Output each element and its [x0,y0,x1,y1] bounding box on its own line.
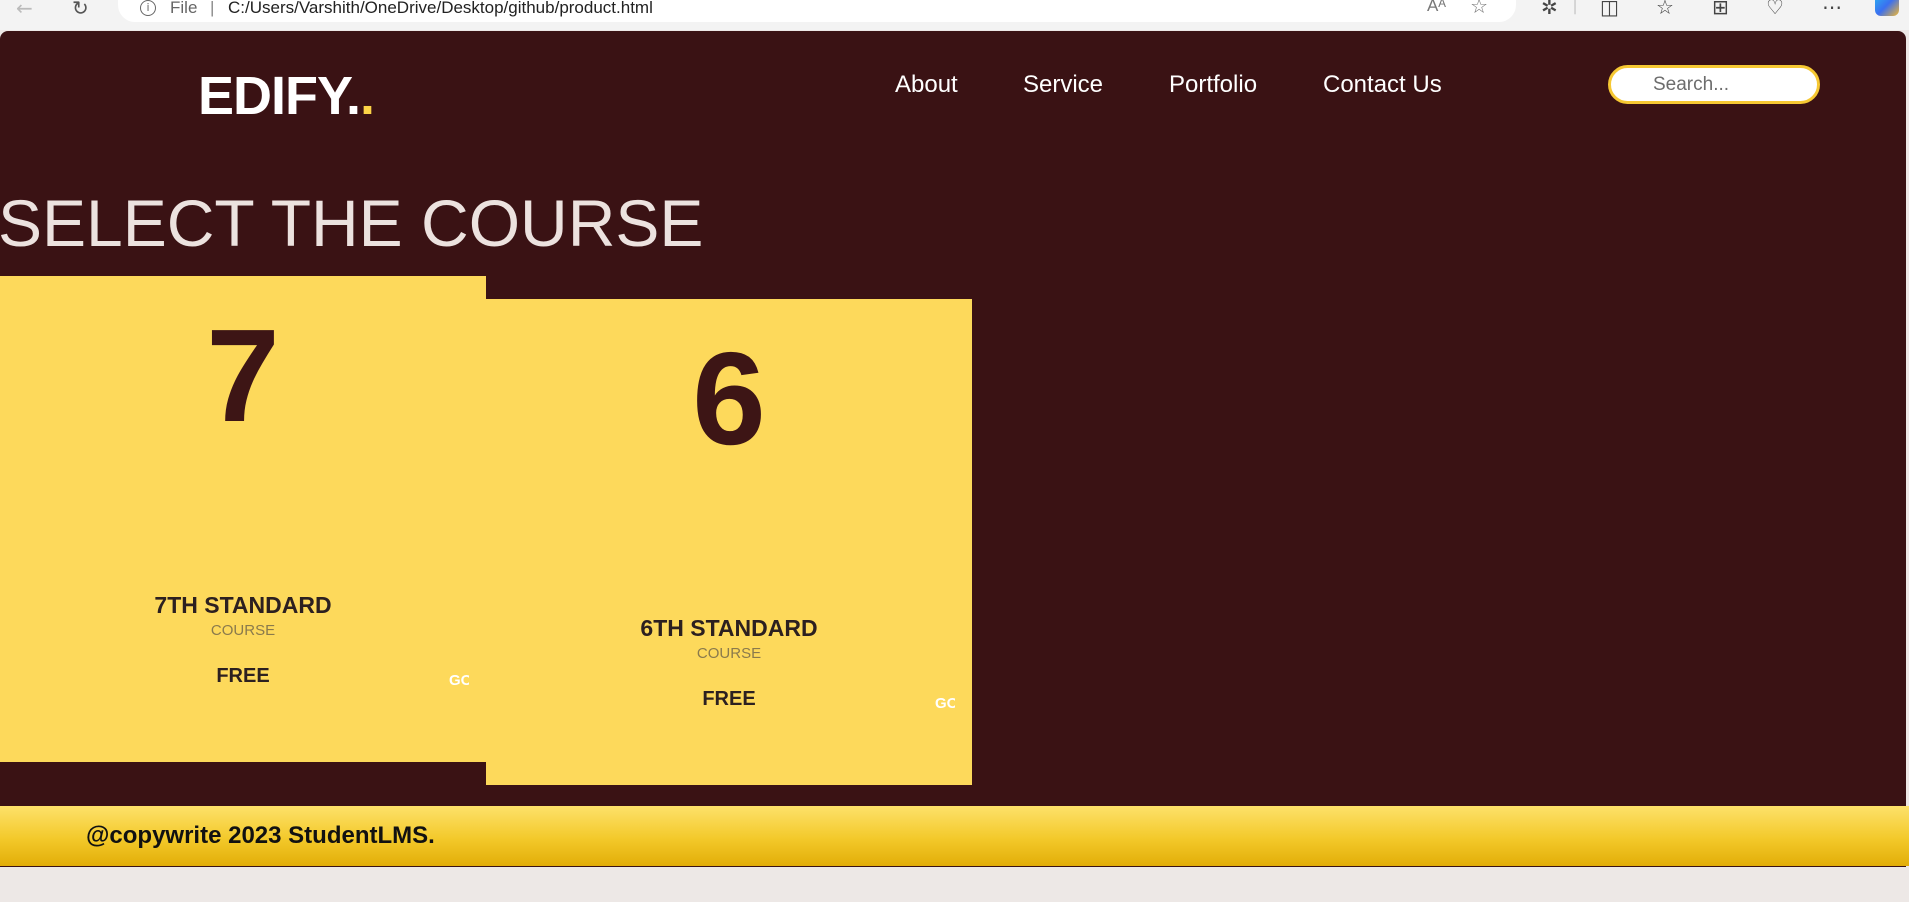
address-separator: | [210,0,215,17]
course-card-6[interactable]: 6 6TH STANDARD COURSE FREE GO [486,299,972,785]
file-label: File [170,0,198,17]
nav-portfolio[interactable]: Portfolio [1169,71,1257,99]
go-button[interactable]: GO [935,695,955,712]
refresh-icon[interactable]: ↻ [72,0,89,20]
footer-copyright: @copywrite 2023 StudentLMS. [86,822,435,849]
read-aloud-icon[interactable]: Aᴬ [1427,0,1446,16]
logo-text: EDIFY. [198,66,361,126]
course-title: 6TH STANDARD [640,615,818,641]
copilot-icon[interactable] [1875,0,1899,16]
browser-toolbar: ← ↻ i File | C:/Users/Varshith/OneDrive/… [0,0,1909,30]
logo[interactable]: EDIFY.. [198,65,375,127]
favorites-icon[interactable]: ☆ [1656,0,1674,19]
course-subtitle: COURSE [696,645,762,662]
page-title: SELECT THE COURSE [0,186,704,260]
favorite-star-icon[interactable]: ☆ [1470,0,1488,18]
go-button[interactable]: GO [449,672,469,689]
course-number: 7 [206,302,280,449]
info-icon[interactable]: i [140,0,156,16]
address-bar[interactable]: i File | C:/Users/Varshith/OneDrive/Desk… [118,0,1516,22]
logo-dot: . [360,66,375,126]
split-screen-icon[interactable]: ◫ [1600,0,1619,19]
course-number: 6 [692,325,766,472]
url-text[interactable]: C:/Users/Varshith/OneDrive/Desktop/githu… [228,0,653,18]
extensions-icon[interactable]: ✲ [1541,0,1558,19]
collections-icon[interactable]: ⊞ [1712,0,1729,19]
nav-contact-us[interactable]: Contact Us [1323,71,1442,99]
course-title: 7TH STANDARD [154,592,332,618]
nav-service[interactable]: Service [1023,71,1103,99]
back-arrow-icon[interactable]: ← [16,0,33,20]
nav-about[interactable]: About [895,71,958,99]
course-price: FREE [216,665,270,687]
browser-essentials-icon[interactable]: ♡ [1766,0,1784,19]
toolbar-divider: | [1572,0,1579,15]
page-container: EDIFY.. About Service Portfolio Contact … [0,31,1906,867]
search-input[interactable] [1608,65,1820,104]
footer: @copywrite 2023 StudentLMS. [0,806,1909,866]
course-subtitle: COURSE [210,622,276,639]
more-icon[interactable]: ⋯ [1822,0,1842,19]
course-card-7[interactable]: 7 7TH STANDARD COURSE FREE GO [0,276,486,762]
course-price: FREE [702,688,756,710]
